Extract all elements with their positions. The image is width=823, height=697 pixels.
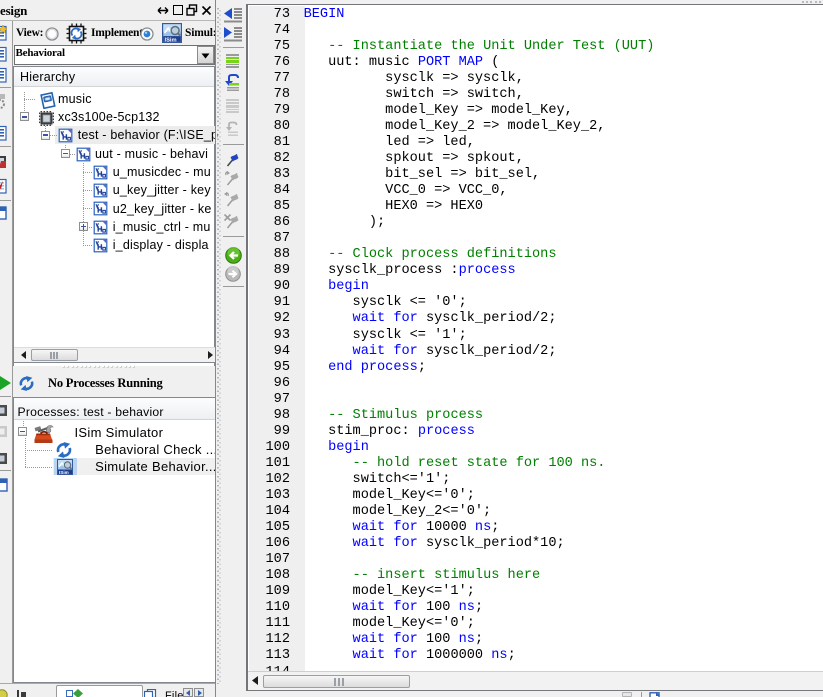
svg-text:ISim: ISim <box>165 38 177 44</box>
svg-text:ISim: ISim <box>59 469 69 474</box>
